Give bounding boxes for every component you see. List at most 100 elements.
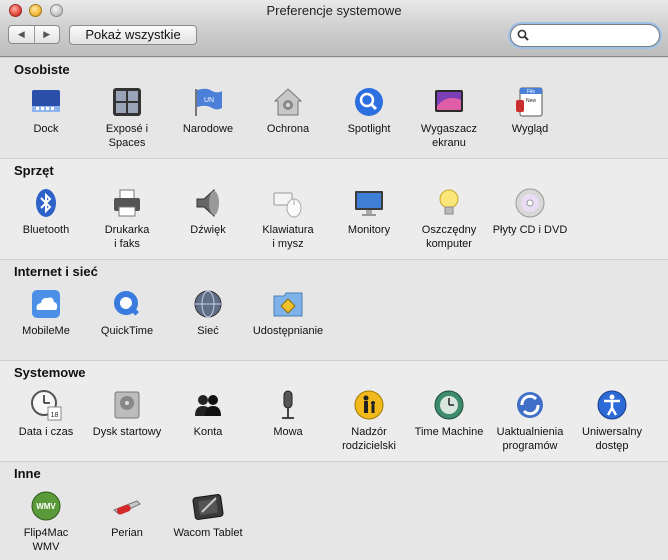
svg-text:UN: UN xyxy=(204,97,214,104)
pref-label: QuickTime xyxy=(100,325,154,337)
title-bar: Preferencje systemowe ◀ ▶ Pokaż wszystki… xyxy=(0,0,668,57)
pref-label: Oszczędny komputer xyxy=(421,224,477,250)
pref-label: Nadzór rodzicielski xyxy=(342,426,396,452)
pref-narodowe[interactable]: UN Narodowe xyxy=(168,86,248,136)
pref-label: Bluetooth xyxy=(22,224,70,236)
pref-label: Mowa xyxy=(273,426,303,438)
pref-screensaver[interactable]: Wygaszacz ekranu xyxy=(409,86,489,150)
pref-spotlight[interactable]: Spotlight xyxy=(329,86,409,136)
show-all-button[interactable]: Pokaż wszystkie xyxy=(69,25,197,45)
pref-ochrona[interactable]: Ochrona xyxy=(248,86,328,136)
pref-flip4mac[interactable]: WMV Flip4Mac WMV xyxy=(6,490,86,554)
mobileme-cloud-icon xyxy=(32,290,60,318)
microphone-icon xyxy=(282,390,294,419)
perian-knife-icon xyxy=(113,500,141,515)
pref-printers[interactable]: Drukarka i faks xyxy=(87,187,167,251)
section-systemowe: Systemowe 18 Data i czas Dysk startowy K… xyxy=(0,360,668,461)
svg-text:18: 18 xyxy=(51,412,59,419)
pref-label: Flip4Mac WMV xyxy=(23,527,69,553)
sharing-folder-icon xyxy=(273,292,303,317)
pref-label: Płyty CD i DVD xyxy=(492,224,568,236)
pref-perian[interactable]: Perian xyxy=(87,490,167,540)
dock-icon xyxy=(32,90,60,112)
clock-calendar-icon: 18 xyxy=(31,390,62,421)
pref-label: Data i czas xyxy=(18,426,74,438)
pref-label: Konta xyxy=(193,426,223,438)
appearance-icon: File New xyxy=(516,87,543,117)
pref-label: Ochrona xyxy=(266,123,310,135)
pref-label: Exposé i Spaces xyxy=(105,123,149,149)
pref-label: Spotlight xyxy=(347,123,391,135)
pref-label: Wygląd xyxy=(511,123,549,135)
pref-keyboard-mouse[interactable]: Klawiatura i mysz xyxy=(248,187,328,251)
pref-accounts[interactable]: Konta xyxy=(168,389,248,439)
pref-label: Drukarka i faks xyxy=(104,224,150,250)
navigation-buttons: ◀ ▶ xyxy=(8,25,60,44)
pref-expose-spaces[interactable]: Exposé i Spaces xyxy=(87,86,167,150)
pref-cds-dvds[interactable]: Płyty CD i DVD xyxy=(490,187,570,237)
pref-label: Uniwersalny dostęp xyxy=(582,426,642,452)
pref-dock[interactable]: Dock xyxy=(6,86,86,136)
pref-label: Monitory xyxy=(347,224,391,236)
time-machine-icon xyxy=(434,390,464,420)
pref-energy-saver[interactable]: Oszczędny komputer xyxy=(409,187,489,251)
section-title: Inne xyxy=(14,466,41,481)
quicktime-icon xyxy=(114,291,139,316)
network-globe-icon xyxy=(194,290,222,318)
pref-parental-controls[interactable]: Nadzór rodzicielski xyxy=(329,389,409,453)
pref-universal-access[interactable]: Uniwersalny dostęp xyxy=(572,389,652,453)
svg-text:New: New xyxy=(526,98,536,104)
svg-text:WMV: WMV xyxy=(36,502,56,511)
pref-label: Uaktualnienia programów xyxy=(496,426,564,452)
pref-displays[interactable]: Monitory xyxy=(329,187,409,237)
pref-bluetooth[interactable]: Bluetooth xyxy=(6,187,86,237)
pref-software-update[interactable]: Uaktualnienia programów xyxy=(490,389,570,453)
spotlight-icon xyxy=(355,88,383,116)
section-osobiste: Osobiste Dock Exposé i Spaces UN Narodow… xyxy=(0,57,668,158)
pref-sharing[interactable]: Udostępnianie xyxy=(248,288,328,338)
security-house-icon xyxy=(273,88,303,116)
search-field[interactable] xyxy=(510,24,660,47)
svg-text:File: File xyxy=(527,89,535,95)
section-title: Osobiste xyxy=(14,62,70,77)
pref-label: Dźwięk xyxy=(190,224,226,236)
pref-appearance[interactable]: File New Wygląd xyxy=(490,86,570,136)
disc-icon xyxy=(515,188,545,218)
pref-speech[interactable]: Mowa xyxy=(248,389,328,439)
pref-sound[interactable]: Dźwięk xyxy=(168,187,248,237)
pref-mobileme[interactable]: MobileMe xyxy=(6,288,86,338)
pref-label: Dock xyxy=(33,123,59,135)
pref-startup-disk[interactable]: Dysk startowy xyxy=(87,389,167,439)
screensaver-icon xyxy=(435,90,463,112)
search-input[interactable] xyxy=(531,27,651,43)
pref-label: Time Machine xyxy=(414,426,484,438)
pref-label: MobileMe xyxy=(22,325,70,337)
speaker-icon xyxy=(196,188,219,218)
parental-controls-icon xyxy=(354,390,384,420)
keyboard-mouse-icon xyxy=(273,192,302,218)
pref-time-machine[interactable]: Time Machine xyxy=(409,389,489,439)
pref-quicktime[interactable]: QuickTime xyxy=(87,288,167,338)
bluetooth-icon xyxy=(36,189,56,217)
pref-network[interactable]: Sieć xyxy=(168,288,248,338)
pref-label: Dysk startowy xyxy=(92,426,162,438)
wacom-tablet-icon xyxy=(192,494,224,520)
forward-button[interactable]: ▶ xyxy=(33,26,60,43)
section-title: Sprzęt xyxy=(14,163,54,178)
pref-label: Sieć xyxy=(197,325,219,337)
back-button[interactable]: ◀ xyxy=(9,26,34,43)
pref-label: Narodowe xyxy=(182,123,234,135)
international-flag-icon: UN xyxy=(195,88,222,116)
pref-label: Udostępnianie xyxy=(252,325,324,337)
section-sprzet: Sprzęt Bluetooth Drukarka i faks Dźwięk xyxy=(0,158,668,259)
pref-date-time[interactable]: 18 Data i czas xyxy=(6,389,86,439)
section-title: Internet i sieć xyxy=(14,264,98,279)
hard-disk-icon xyxy=(114,391,140,419)
pref-wacom-tablet[interactable]: Wacom Tablet xyxy=(168,490,248,540)
system-preferences-window: Preferencje systemowe ◀ ▶ Pokaż wszystki… xyxy=(0,0,668,560)
window-title: Preferencje systemowe xyxy=(266,3,402,18)
universal-access-icon xyxy=(597,390,627,420)
software-update-icon xyxy=(517,392,543,418)
expose-spaces-icon xyxy=(113,88,141,116)
pref-label: Klawiatura i mysz xyxy=(262,224,314,250)
